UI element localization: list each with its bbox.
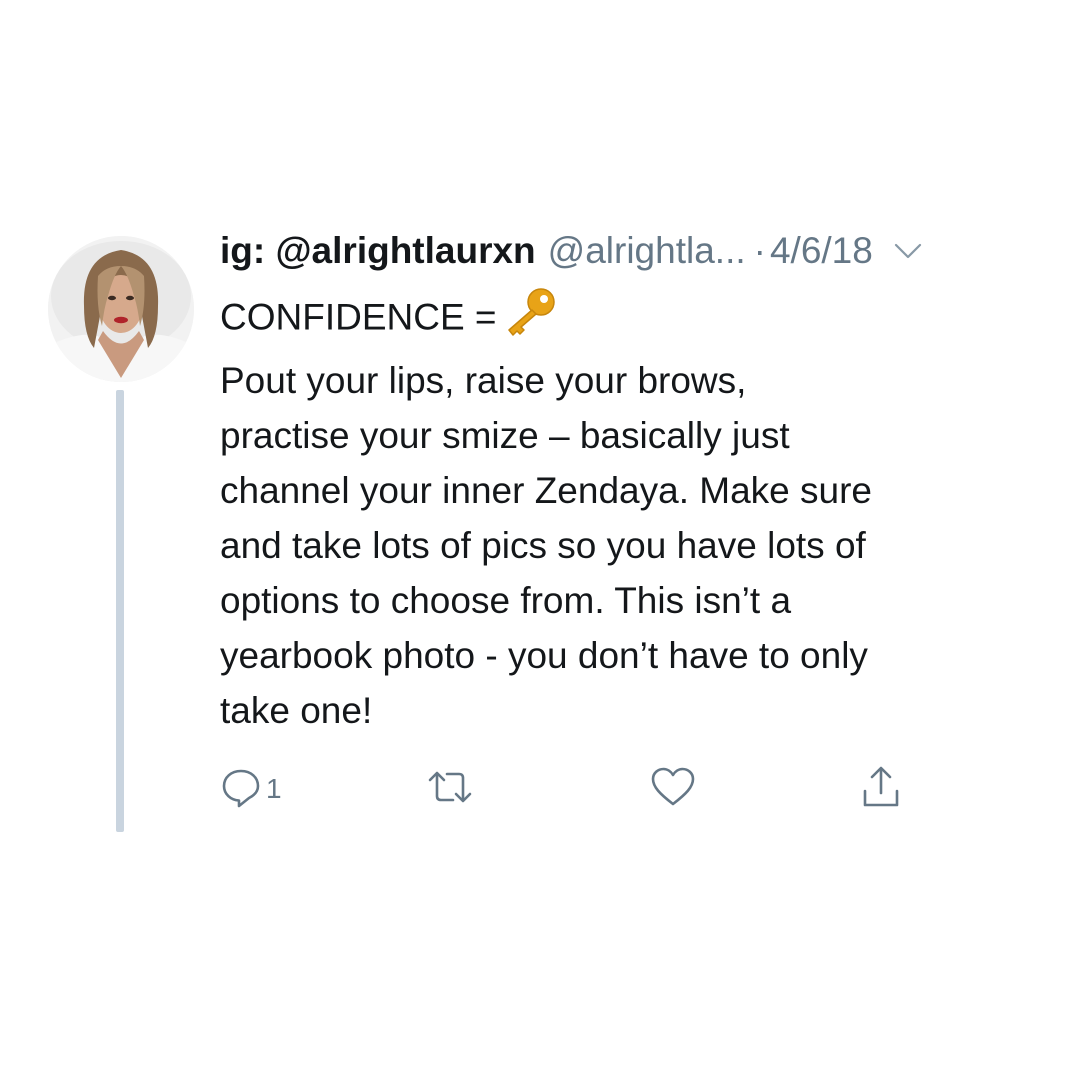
timestamp[interactable]: 4/6/18 [770, 230, 873, 272]
tweet-line: channel your inner Zendaya. Make sure [220, 470, 872, 511]
display-name[interactable]: ig: @alrightlaurxn [220, 230, 536, 272]
tweet-line-text: CONFIDENCE = [220, 296, 497, 338]
handle[interactable]: @alrightla... [548, 230, 746, 272]
retweet-icon [426, 766, 474, 813]
tweet-line: take one! [220, 690, 373, 731]
tweet-text: CONFIDENCE = Pout your lips, raise your … [220, 286, 1060, 738]
share-icon [860, 765, 902, 814]
tweet-header: ig: @alrightlaurxn @alrightla... · 4/6/1… [220, 226, 923, 276]
tweet-line: Pout your lips, raise your brows, [220, 360, 747, 401]
chevron-down-icon[interactable] [893, 241, 923, 261]
share-button[interactable] [860, 764, 902, 814]
key-emoji [503, 286, 559, 353]
tweet: ig: @alrightlaurxn @alrightla... · 4/6/1… [0, 0, 1080, 1080]
tweet-line: yearbook photo - you don’t have to only [220, 635, 868, 676]
heart-icon [650, 766, 696, 813]
tweet-line: practise your smize – basically just [220, 415, 790, 456]
like-button[interactable] [650, 764, 696, 814]
separator: · [753, 230, 766, 271]
avatar[interactable] [48, 236, 194, 382]
retweet-button[interactable] [426, 764, 474, 814]
tweet-line: options to choose from. This isn’t a [220, 580, 792, 621]
reply-count: 1 [266, 773, 282, 804]
tweet-line: and take lots of pics so you have lots o… [220, 525, 866, 566]
reply-button[interactable]: 1 [220, 764, 282, 814]
tweet-actions: 1 [220, 764, 940, 814]
tweet-line: CONFIDENCE = [220, 286, 1060, 353]
reply-icon [220, 766, 262, 813]
thread-line [116, 390, 124, 832]
